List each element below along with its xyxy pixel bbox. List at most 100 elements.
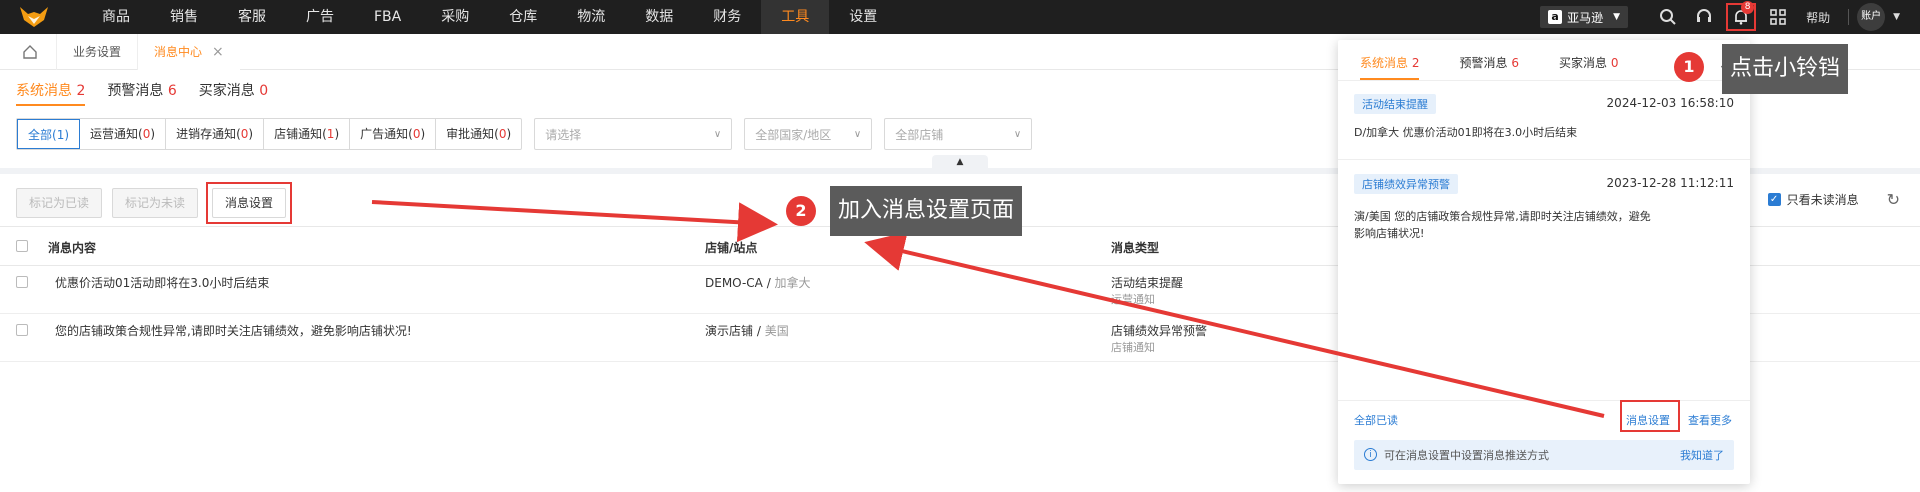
table-tools: ✓ 只看未读消息 ↻: [1767, 190, 1900, 209]
row-subtype: 运营通知: [1111, 293, 1155, 306]
notice-text: 演/美国 您的店铺政策合规性异常,请即时关注店铺绩效，避免影响店铺状况!: [1354, 210, 1651, 240]
notice-item[interactable]: 活动结束提醒 2024-12-03 16:58:10 D/加拿大 优惠价活动01…: [1338, 92, 1750, 160]
notice-item[interactable]: 店铺绩效异常预警 2023-12-28 11:12:11 演/美国 您的店铺政策…: [1338, 172, 1750, 262]
collapse-filter-icon[interactable]: ▲: [932, 155, 988, 169]
action-bar: 标记为已读 标记为未读 消息设置: [16, 182, 293, 224]
mark-read-button[interactable]: 标记为已读: [16, 188, 103, 218]
shop-name: DEMO-CA: [705, 276, 763, 290]
nav-item-data[interactable]: 数据: [625, 0, 693, 34]
segment-count: 0: [142, 127, 151, 141]
notice-text: D/加拿大 优惠价活动01即将在3.0小时后结束: [1354, 126, 1578, 139]
marketplace-label: 亚马逊: [1567, 10, 1604, 25]
notice-time: 2023-12-28 11:12:11: [1606, 176, 1734, 190]
panel-tab-system[interactable]: 系统消息 2: [1360, 54, 1420, 80]
caret-down-icon: ▼: [1613, 12, 1621, 22]
header-shop-site: 店铺/站点: [705, 241, 758, 255]
segment-label: 进销存通知: [176, 127, 237, 141]
row-checkbox[interactable]: [16, 276, 28, 288]
select-placeholder: 全部国家/地区: [755, 127, 832, 142]
panel-settings-link[interactable]: 消息设置: [1626, 412, 1670, 428]
only-unread-checkbox[interactable]: ✓: [1767, 193, 1781, 206]
notice-tag: 活动结束提醒: [1354, 94, 1436, 114]
help-link[interactable]: 帮助: [1806, 9, 1830, 26]
headset-icon[interactable]: [1694, 7, 1714, 27]
bell-badge: 8: [1741, 1, 1755, 14]
marketplace-select[interactable]: a 亚马逊 ▼: [1540, 6, 1629, 28]
nav-item-sales[interactable]: 销售: [150, 0, 218, 34]
tab-label: 买家消息: [198, 83, 255, 99]
close-icon[interactable]: ×: [212, 34, 224, 70]
panel-tabs: 系统消息 2 预警消息 6 买家消息 0: [1360, 54, 1658, 80]
notification-dropdown: 系统消息 2 预警消息 6 买家消息 0 活动结束提醒 2024-12-03 1…: [1338, 40, 1750, 484]
segment-count: 0: [498, 127, 507, 141]
tab-count: 2: [1411, 56, 1420, 70]
home-icon[interactable]: [22, 44, 38, 60]
search-icon[interactable]: [1658, 7, 1678, 27]
notice-type-segment: 全部(1) 运营通知(0) 进销存通知(0) 店铺通知(1) 广告通知(0) 审…: [16, 118, 523, 150]
fox-logo-icon[interactable]: [18, 6, 50, 28]
type-select[interactable]: 请选择 ∨: [534, 118, 733, 150]
nav-item-purchase[interactable]: 采购: [421, 0, 489, 34]
row-content: 您的店铺政策合规性异常,请即时关注店铺绩效，避免影响店铺状况!: [55, 324, 412, 338]
main-menu: 商品 销售 客服 广告 FBA 采购 仓库 物流 数据 财务 工具 设置: [82, 0, 897, 34]
segment-all[interactable]: 全部(1): [17, 119, 81, 149]
chevron-down-icon: ∨: [713, 128, 722, 140]
chevron-down-icon[interactable]: ▼: [1893, 12, 1900, 22]
chevron-down-icon: ∨: [1013, 128, 1022, 140]
select-all-checkbox[interactable]: [16, 240, 28, 252]
nav-item-logistics[interactable]: 物流: [557, 0, 625, 34]
select-placeholder: 请选择: [545, 127, 582, 142]
tab-message-center[interactable]: 消息中心 ×: [137, 33, 240, 70]
nav-item-ads[interactable]: 广告: [286, 0, 354, 34]
tab-business-settings[interactable]: 业务设置: [56, 33, 137, 70]
segment-label: 审批通知: [446, 127, 495, 141]
header-content: 消息内容: [48, 241, 97, 255]
nav-item-goods[interactable]: 商品: [82, 0, 150, 34]
row-shop: DEMO-CA / 加拿大: [705, 276, 811, 290]
row-shop: 演示店铺 / 美国: [705, 324, 789, 338]
nav-item-tools[interactable]: 工具: [761, 0, 830, 34]
row-subtype: 店铺通知: [1111, 341, 1155, 354]
segment-count: 1: [56, 128, 65, 142]
tab-label: 系统消息: [16, 83, 72, 99]
filter-bar: 全部(1) 运营通知(0) 进销存通知(0) 店铺通知(1) 广告通知(0) 审…: [16, 118, 1033, 150]
tab-count: 0: [1610, 56, 1619, 70]
avatar[interactable]: 账户: [1857, 3, 1886, 31]
site-name: 加拿大: [774, 276, 811, 290]
nav-item-fba[interactable]: FBA: [354, 0, 421, 34]
got-it-link[interactable]: 我知道了: [1680, 447, 1724, 463]
row-checkbox[interactable]: [16, 324, 28, 336]
segment-approval[interactable]: 审批通知(0): [436, 119, 521, 149]
segment-operation[interactable]: 运营通知(0): [80, 119, 167, 149]
nav-item-warehouse[interactable]: 仓库: [489, 0, 557, 34]
segment-label: 运营通知: [90, 127, 139, 141]
apps-grid-icon[interactable]: [1768, 7, 1788, 27]
read-all-link[interactable]: 全部已读: [1354, 412, 1398, 428]
segment-shop[interactable]: 店铺通知(1): [264, 119, 351, 149]
tab-warning-messages[interactable]: 预警消息 6: [107, 80, 176, 106]
tab-buyer-messages[interactable]: 买家消息 0: [199, 80, 268, 106]
step-1-callout: 点击小铃铛: [1722, 44, 1849, 94]
step-2-badge: 2: [786, 196, 816, 226]
view-more-link[interactable]: 查看更多: [1688, 412, 1732, 428]
nav-item-settings[interactable]: 设置: [829, 0, 897, 34]
notice-time: 2024-12-03 16:58:10: [1606, 96, 1734, 110]
bell-button[interactable]: 8: [1726, 1, 1757, 31]
tab-count: 6: [167, 83, 177, 99]
segment-count: 0: [240, 127, 249, 141]
mark-unread-button[interactable]: 标记为未读: [112, 188, 199, 218]
segment-ads[interactable]: 广告通知(0): [350, 119, 437, 149]
country-select[interactable]: 全部国家/地区 ∨: [744, 118, 873, 150]
panel-tab-warning[interactable]: 预警消息 6: [1459, 54, 1518, 80]
tab-system-messages[interactable]: 系统消息 2: [16, 80, 86, 106]
refresh-icon[interactable]: ↻: [1887, 190, 1900, 209]
panel-tab-buyer[interactable]: 买家消息 0: [1559, 54, 1618, 80]
segment-inventory[interactable]: 进销存通知(0): [166, 119, 265, 149]
nav-item-finance[interactable]: 财务: [693, 0, 761, 34]
chevron-down-icon: ∨: [853, 128, 862, 140]
message-settings-button[interactable]: 消息设置: [212, 188, 287, 218]
shop-select[interactable]: 全部店铺 ∨: [884, 118, 1033, 150]
segment-count: 0: [412, 127, 421, 141]
tab-label: 预警消息: [1459, 56, 1508, 70]
nav-item-service[interactable]: 客服: [218, 0, 286, 34]
